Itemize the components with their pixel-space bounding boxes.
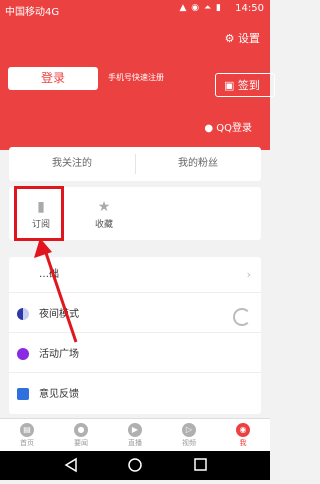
list-item-label: 活动广场 (39, 349, 79, 360)
qq-icon: ● (204, 123, 214, 134)
carrier-label: 中国移动4G (5, 7, 60, 18)
status-icons: ▲ ◉ ⏶ ▮ (179, 3, 222, 13)
balloon-icon (17, 348, 29, 360)
checkin-button[interactable]: ▣ 签到 (215, 73, 275, 97)
favorites-button[interactable]: ★ 收藏 (74, 187, 134, 240)
list-item-label: 意见反馈 (39, 389, 79, 400)
gear-icon: ⚙ (224, 32, 235, 45)
calendar-icon: ▣ (224, 79, 235, 92)
login-button[interactable]: 登录 (8, 67, 98, 90)
favorites-label: 收藏 (94, 220, 113, 230)
toggle-switch[interactable] (233, 308, 251, 326)
back-icon (64, 457, 77, 473)
list-item-feedback[interactable]: 意见反馈 (9, 377, 261, 413)
recent-apps-icon (194, 458, 207, 471)
nav-me[interactable]: ◉ 我 (216, 419, 270, 452)
list-item-label: …础 (39, 269, 59, 280)
quick-register-link[interactable]: 手机号快速注册 (108, 72, 164, 83)
bottom-nav: ▤ 首页 ● 要闻 ▶ 直播 ▷ 视频 ◉ 我 (0, 418, 270, 452)
nav-label: 直播 (128, 439, 142, 447)
system-nav-icons (64, 457, 207, 473)
my-following-tab[interactable]: 我关注的 (9, 147, 135, 181)
qq-login-link[interactable]: ● QQ登录 (204, 119, 252, 134)
follow-card: 我关注的 我的粉丝 (9, 147, 261, 181)
play-icon: ▷ (182, 423, 196, 437)
list-item-label: 夜间模式 (39, 309, 79, 320)
nav-news[interactable]: ● 要闻 (54, 419, 108, 452)
nav-label: 我 (239, 439, 247, 447)
nav-live[interactable]: ▶ 直播 (108, 419, 162, 452)
star-icon: ★ (97, 199, 111, 215)
clock-label: 14:50 (235, 3, 264, 14)
list-item[interactable]: …础 › (9, 257, 261, 293)
home-circle-icon (128, 458, 142, 472)
chevron-right-icon: › (246, 268, 251, 281)
home-icon: ▤ (20, 423, 34, 437)
user-icon: ◉ (236, 423, 250, 437)
nav-label: 首页 (20, 439, 34, 447)
moon-icon (17, 308, 29, 320)
news-icon: ● (74, 423, 88, 437)
checkin-label: 签到 (237, 79, 260, 92)
settings-button[interactable]: ⚙ 设置 (225, 30, 260, 46)
nav-label: 要闻 (74, 439, 88, 447)
settings-label: 设置 (238, 32, 260, 45)
nav-home[interactable]: ▤ 首页 (0, 419, 54, 452)
system-nav-bar (0, 451, 270, 480)
my-fans-tab[interactable]: 我的粉丝 (135, 147, 261, 181)
qq-login-label: QQ登录 (216, 123, 252, 134)
nav-video[interactable]: ▷ 视频 (162, 419, 216, 452)
status-bar: 中国移动4G ▲ ◉ ⏶ ▮ 14:50 (0, 0, 270, 18)
nav-label: 视频 (182, 439, 196, 447)
camera-icon: ▶ (128, 423, 142, 437)
highlight-box (14, 186, 64, 241)
list-item-night-mode[interactable]: 夜间模式 (9, 297, 261, 333)
list-item-activity[interactable]: 活动广场 (9, 337, 261, 373)
settings-list: …础 › 夜间模式 活动广场 意见反馈 (9, 257, 261, 414)
feedback-icon (17, 388, 29, 400)
